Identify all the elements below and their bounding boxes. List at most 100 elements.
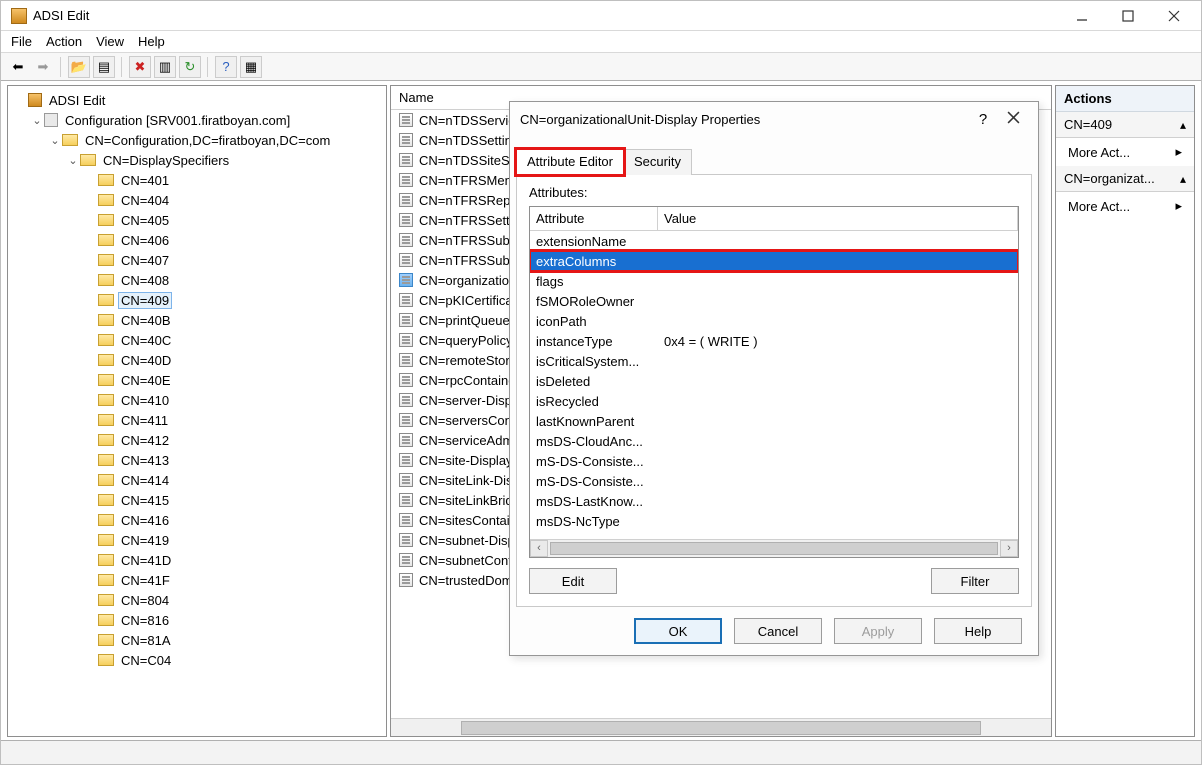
tree-node[interactable]: ⌄Configuration [SRV001.firatboyan.com] xyxy=(12,110,386,130)
filter-button[interactable]: Filter xyxy=(931,568,1019,594)
tree-label: CN=41D xyxy=(118,552,174,569)
tree-node[interactable]: CN=804 xyxy=(12,590,386,610)
refresh-button[interactable]: ↻ xyxy=(179,56,201,78)
tree-node[interactable]: CN=412 xyxy=(12,430,386,450)
tree-node[interactable]: ADSI Edit xyxy=(12,90,386,110)
folder-icon xyxy=(98,534,114,546)
tree-twister-icon[interactable]: ⌄ xyxy=(66,154,80,167)
tree-node[interactable]: CN=404 xyxy=(12,190,386,210)
ok-button[interactable]: OK xyxy=(634,618,722,644)
menu-file[interactable]: File xyxy=(11,34,32,49)
cancel-button[interactable]: Cancel xyxy=(734,618,822,644)
tab-security[interactable]: Security xyxy=(623,149,692,175)
nav-back-button[interactable]: ⬅ xyxy=(7,56,29,78)
tree-label: CN=DisplaySpecifiers xyxy=(100,152,232,169)
collapse-icon: ▴ xyxy=(1180,118,1186,132)
attribute-name: fSMORoleOwner xyxy=(530,294,658,309)
tree-node[interactable]: ⌄CN=Configuration,DC=firatboyan,DC=com xyxy=(12,130,386,150)
tree-pane[interactable]: ADSI Edit⌄Configuration [SRV001.firatboy… xyxy=(7,85,387,737)
attribute-row[interactable]: flags xyxy=(530,271,1018,291)
attribute-name: extensionName xyxy=(530,234,658,249)
tree-node[interactable]: CN=405 xyxy=(12,210,386,230)
tree-node[interactable]: CN=414 xyxy=(12,470,386,490)
tree-node[interactable]: CN=410 xyxy=(12,390,386,410)
attribute-row[interactable]: isCriticalSystem... xyxy=(530,351,1018,371)
help-button[interactable]: ? xyxy=(215,56,237,78)
attribute-row[interactable]: fSMORoleOwner xyxy=(530,291,1018,311)
tree-node[interactable]: CN=401 xyxy=(12,170,386,190)
properties-button[interactable]: ▥ xyxy=(154,56,176,78)
tree-node[interactable]: CN=40B xyxy=(12,310,386,330)
tab-attribute-editor[interactable]: Attribute Editor xyxy=(516,149,624,175)
attr-hscrollbar[interactable]: ‹› xyxy=(530,539,1018,557)
attribute-row[interactable]: msDS-NcType xyxy=(530,511,1018,531)
actions-more-2[interactable]: More Act... ▸ xyxy=(1056,192,1194,220)
folder-icon xyxy=(98,614,114,626)
tree-node[interactable]: CN=40C xyxy=(12,330,386,350)
tree-node[interactable]: CN=408 xyxy=(12,270,386,290)
tree-node[interactable]: CN=816 xyxy=(12,610,386,630)
menu-action[interactable]: Action xyxy=(46,34,82,49)
actions-section-cn409[interactable]: CN=409 ▴ xyxy=(1056,112,1194,138)
attributes-listview[interactable]: Attribute Value extensionName extraColumn… xyxy=(529,206,1019,558)
maximize-button[interactable] xyxy=(1105,2,1151,30)
tree-node[interactable]: CN=416 xyxy=(12,510,386,530)
col-attribute[interactable]: Attribute xyxy=(530,207,658,230)
tree-node[interactable]: CN=40E xyxy=(12,370,386,390)
folder-icon xyxy=(98,514,114,526)
object-icon xyxy=(399,373,413,387)
show-tree-button[interactable]: ▤ xyxy=(93,56,115,78)
attribute-row[interactable]: instanceType0x4 = ( WRITE ) xyxy=(530,331,1018,351)
attribute-row[interactable]: extensionName xyxy=(530,231,1018,251)
minimize-button[interactable] xyxy=(1059,2,1105,30)
attribute-row[interactable]: isRecycled xyxy=(530,391,1018,411)
menu-help[interactable]: Help xyxy=(138,34,165,49)
attribute-row[interactable]: lastKnownParent xyxy=(530,411,1018,431)
actions-section-org[interactable]: CN=organizat... ▴ xyxy=(1056,166,1194,192)
attribute-row[interactable]: isDeleted xyxy=(530,371,1018,391)
tree-node[interactable]: CN=406 xyxy=(12,230,386,250)
dialog-close-button[interactable] xyxy=(998,111,1028,127)
tree-node[interactable]: CN=413 xyxy=(12,450,386,470)
view-columns-button[interactable]: ▦ xyxy=(240,56,262,78)
tree-label: CN=40C xyxy=(118,332,174,349)
folder-icon xyxy=(98,434,114,446)
tree-node[interactable]: CN=40D xyxy=(12,350,386,370)
attribute-row[interactable]: iconPath xyxy=(530,311,1018,331)
menu-view[interactable]: View xyxy=(96,34,124,49)
edit-button[interactable]: Edit xyxy=(529,568,617,594)
col-value[interactable]: Value xyxy=(658,207,1018,230)
folder-icon xyxy=(98,634,114,646)
dialog-help-footer-button[interactable]: Help xyxy=(934,618,1022,644)
tree-node[interactable]: CN=419 xyxy=(12,530,386,550)
tree-twister-icon[interactable]: ⌄ xyxy=(48,134,62,147)
apply-button: Apply xyxy=(834,618,922,644)
delete-button[interactable]: ✖ xyxy=(129,56,151,78)
attribute-row[interactable]: msDS-CloudAnc... xyxy=(530,431,1018,451)
tree-node[interactable]: CN=C04 xyxy=(12,650,386,670)
tree-node[interactable]: CN=411 xyxy=(12,410,386,430)
attribute-name: msDS-LastKnow... xyxy=(530,494,658,509)
dialog-help-button[interactable]: ? xyxy=(968,111,998,128)
attribute-row[interactable]: msDS-LastKnow... xyxy=(530,491,1018,511)
folder-icon xyxy=(98,214,114,226)
actions-more-1[interactable]: More Act... ▸ xyxy=(1056,138,1194,166)
folder-icon xyxy=(98,574,114,586)
list-hscrollbar[interactable] xyxy=(391,718,1051,736)
nav-forward-button[interactable]: ➡ xyxy=(32,56,54,78)
object-icon xyxy=(399,433,413,447)
attribute-row[interactable]: mS-DS-Consiste... xyxy=(530,451,1018,471)
attribute-row[interactable]: mS-DS-Consiste... xyxy=(530,471,1018,491)
tree-node[interactable]: ⌄ CN=DisplaySpecifiers xyxy=(12,150,386,170)
close-button[interactable] xyxy=(1151,2,1197,30)
tree-twister-icon[interactable]: ⌄ xyxy=(30,114,44,127)
tree-node[interactable]: CN=41F xyxy=(12,570,386,590)
tree-node[interactable]: CN=409 xyxy=(12,290,386,310)
tree-node[interactable]: CN=415 xyxy=(12,490,386,510)
folder-icon xyxy=(98,274,114,286)
tree-node[interactable]: CN=81A xyxy=(12,630,386,650)
attribute-row[interactable]: extraColumns xyxy=(530,251,1018,271)
tree-node[interactable]: CN=41D xyxy=(12,550,386,570)
up-folder-button[interactable]: 📂 xyxy=(68,56,90,78)
tree-node[interactable]: CN=407 xyxy=(12,250,386,270)
